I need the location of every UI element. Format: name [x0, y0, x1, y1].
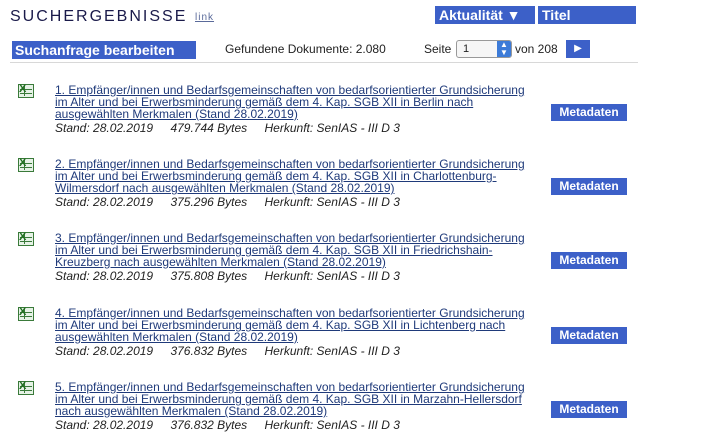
result-meta: Stand: 28.02.2019 479.744 Bytes Herkunft…	[55, 121, 414, 135]
result-title-link[interactable]: 2. Empfänger/innen und Bedarfsgemeinscha…	[55, 158, 537, 194]
result-item: 5. Empfänger/innen und Bedarfsgemeinscha…	[18, 380, 658, 441]
metadata-button[interactable]: Metadaten	[551, 327, 627, 344]
result-title-link[interactable]: 4. Empfänger/innen und Bedarfsgemeinscha…	[55, 307, 537, 343]
metadata-button[interactable]: Metadaten	[551, 252, 627, 269]
metadata-button[interactable]: Metadaten	[551, 104, 627, 121]
edit-query-button[interactable]: Suchanfrage bearbeiten	[12, 41, 196, 59]
result-origin: Herkunft: SenIAS - III D 3	[264, 344, 400, 358]
metadata-button[interactable]: Metadaten	[551, 401, 627, 418]
result-size: 376.832 Bytes	[170, 418, 248, 432]
result-meta: Stand: 28.02.2019 375.296 Bytes Herkunft…	[55, 195, 414, 209]
sort-by-title-button[interactable]: Titel	[538, 6, 636, 24]
next-page-button[interactable]: ▶	[566, 40, 590, 58]
divider	[10, 62, 638, 63]
result-item: 3. Empfänger/innen und Bedarfsgemeinscha…	[18, 231, 658, 292]
result-item: 4. Empfänger/innen und Bedarfsgemeinscha…	[18, 306, 658, 367]
result-meta: Stand: 28.02.2019 375.808 Bytes Herkunft…	[55, 269, 414, 283]
excel-file-icon[interactable]	[18, 380, 34, 395]
page-total: von 208	[515, 42, 558, 56]
excel-file-icon[interactable]	[18, 231, 34, 246]
excel-file-icon[interactable]	[18, 157, 34, 172]
result-title-link[interactable]: 1. Empfänger/innen und Bedarfsgemeinscha…	[55, 84, 537, 120]
result-size: 479.744 Bytes	[170, 121, 248, 135]
page-select-value: 1	[463, 43, 470, 55]
permalink[interactable]: link	[195, 12, 214, 23]
excel-file-icon[interactable]	[18, 306, 34, 321]
metadata-button[interactable]: Metadaten	[551, 178, 627, 195]
page-select[interactable]: 1 ▲ ▼	[456, 40, 512, 58]
result-date: Stand: 28.02.2019	[55, 344, 154, 358]
result-title-link[interactable]: 5. Empfänger/innen und Bedarfsgemeinscha…	[55, 381, 537, 417]
found-documents-count: Gefundene Dokumente: 2.080	[225, 42, 386, 56]
result-size: 375.808 Bytes	[170, 269, 248, 283]
result-item: 1. Empfänger/innen und Bedarfsgemeinscha…	[18, 83, 658, 144]
result-origin: Herkunft: SenIAS - III D 3	[264, 121, 400, 135]
result-size: 376.832 Bytes	[170, 344, 248, 358]
result-size: 375.296 Bytes	[170, 195, 248, 209]
result-title-link[interactable]: 3. Empfänger/innen und Bedarfsgemeinscha…	[55, 232, 537, 268]
result-date: Stand: 28.02.2019	[55, 269, 154, 283]
result-date: Stand: 28.02.2019	[55, 195, 154, 209]
sort-by-date-button[interactable]: Aktualität ▼	[435, 6, 535, 24]
result-meta: Stand: 28.02.2019 376.832 Bytes Herkunft…	[55, 418, 414, 432]
result-origin: Herkunft: SenIAS - III D 3	[264, 269, 400, 283]
result-date: Stand: 28.02.2019	[55, 121, 154, 135]
result-meta: Stand: 28.02.2019 376.832 Bytes Herkunft…	[55, 344, 414, 358]
page-label: Seite	[424, 42, 452, 56]
result-item: 2. Empfänger/innen und Bedarfsgemeinscha…	[18, 157, 658, 218]
result-origin: Herkunft: SenIAS - III D 3	[264, 418, 400, 432]
chevron-updown-icon: ▲ ▼	[497, 41, 511, 57]
page-title: SUCHERGEBNISSE	[10, 8, 188, 25]
result-date: Stand: 28.02.2019	[55, 418, 154, 432]
result-origin: Herkunft: SenIAS - III D 3	[264, 195, 400, 209]
excel-file-icon[interactable]	[18, 83, 34, 98]
